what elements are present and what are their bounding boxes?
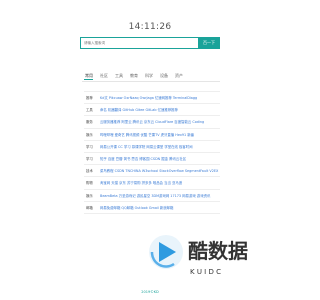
nav-row-links[interactable]: BeamBeta 万圣游戏记 游民星空 3DM游戏网 17173 网易游戏 游戏… bbox=[100, 193, 220, 198]
footer-copyright: 2019©KD bbox=[141, 290, 159, 294]
nav-row: 邮箱 网易免费邮箱 QQ邮箱 Outlook Gmail 新浪邮箱 bbox=[84, 202, 220, 214]
nav-row-category: 娱乐 bbox=[86, 193, 93, 198]
tab-education[interactable]: 教育 bbox=[130, 73, 138, 79]
nav-row-links[interactable]: 知乎 百度 豆瓣 简书 思否 博客园 CSDN 掘金 腾讯云社区 bbox=[100, 156, 220, 161]
nav-row-links[interactable]: 网易公开课 CC 学习 慕课学院 网易云课堂 学堂在线 极客时间 bbox=[100, 144, 220, 149]
nav-row-links[interactable]: Kd文 Pikcuaw OxrNaaq OwrJaga 亿速网推荐 Termin… bbox=[100, 95, 220, 100]
nav-row-category: 学习 bbox=[86, 157, 93, 162]
nav-row-links[interactable]: 网易免费邮箱 QQ邮箱 Outlook Gmail 新浪邮箱 bbox=[100, 205, 220, 210]
nav-row: 技术 菜鸟教程 CSDN TNCHINA W3school StackOverfl… bbox=[84, 165, 220, 178]
nav-row-category: 推荐 bbox=[86, 96, 93, 101]
nav-row-links[interactable]: 命名 机器翻译 GitHub Gitee GitLab 亿速推荐推荐 bbox=[100, 107, 220, 112]
nav-row-category: 购物 bbox=[86, 181, 93, 186]
active-tab-indicator bbox=[84, 79, 93, 80]
tab-community[interactable]: 社区 bbox=[100, 73, 108, 79]
nav-row: 学习 网易公开课 CC 学习 慕课学院 网易云课堂 学堂在线 极客时间 bbox=[84, 141, 220, 153]
nav-row: 购物 淘宝网 天猫 京东 苏宁易购 拼多多 唯品会 当当 亚马逊 bbox=[84, 177, 220, 190]
watermark-subtext: K U I D C bbox=[190, 268, 221, 276]
search-button[interactable]: 百一下 bbox=[198, 37, 220, 49]
tab-devices[interactable]: 设备 bbox=[160, 73, 168, 79]
nav-row: 娱乐 哔哩哔哩 爱奇艺 腾讯视频 优酷 芒果TV 虎牙直播 Hex91 新番 bbox=[84, 129, 220, 141]
nav-row-category: 技术 bbox=[86, 169, 93, 174]
kuidc-watermark-logo: 酷数据 K U I D C bbox=[149, 235, 248, 276]
category-tabs: 常用 社区 工具 教育 科学 设备 资产 bbox=[85, 73, 183, 79]
nav-row-category: 邮箱 bbox=[86, 205, 93, 210]
nav-row: 学习 知乎 百度 豆瓣 简书 思否 博客园 CSDN 掘金 腾讯云社区 bbox=[84, 153, 220, 166]
nav-row: 工具 命名 机器翻译 GitHub Gitee GitLab 亿速推荐推荐 bbox=[84, 104, 220, 117]
tabs-divider bbox=[82, 81, 220, 82]
search-input[interactable] bbox=[80, 37, 198, 49]
tab-tools[interactable]: 工具 bbox=[115, 73, 123, 79]
nav-row-category: 服务 bbox=[86, 120, 93, 125]
nav-row: 推荐 Kd文 Pikcuaw OxrNaaq OwrJaga 亿速网推荐 Term… bbox=[84, 92, 220, 105]
nav-row-category: 娱乐 bbox=[86, 132, 93, 137]
nav-row-category: 学习 bbox=[86, 144, 93, 149]
search-bar: 百一下 bbox=[80, 37, 220, 49]
watermark-text: 酷数据 bbox=[188, 239, 248, 263]
nav-row: 娱乐 BeamBeta 万圣游戏记 游民星空 3DM游戏网 17173 网易游戏 … bbox=[84, 190, 220, 202]
nav-row-category: 工具 bbox=[86, 108, 93, 113]
nav-row-links[interactable]: 淘宝网 天猫 京东 苏宁易购 拼多多 唯品会 当当 亚马逊 bbox=[100, 180, 220, 185]
clock: 14:11:26 bbox=[128, 22, 172, 32]
nav-row: 服务 云服务器推荐 阿里云 腾讯云 京东云 CloudFlare 百度智能云 Co… bbox=[84, 116, 220, 129]
nav-row-links[interactable]: 哔哩哔哩 爱奇艺 腾讯视频 优酷 芒果TV 虎牙直播 Hex91 新番 bbox=[100, 132, 220, 137]
nav-link-table: 推荐 Kd文 Pikcuaw OxrNaaq OwrJaga 亿速网推荐 Term… bbox=[84, 91, 220, 214]
nav-row-links[interactable]: 菜鸟教程 CSDN TNCHINA W3school StackOverflow… bbox=[100, 168, 220, 173]
tab-assets[interactable]: 资产 bbox=[175, 73, 183, 79]
nav-row-links[interactable]: 云服务器推荐 阿里云 腾讯云 京东云 CloudFlare 百度智能云 Codi… bbox=[100, 119, 220, 124]
tab-science[interactable]: 科学 bbox=[145, 73, 153, 79]
